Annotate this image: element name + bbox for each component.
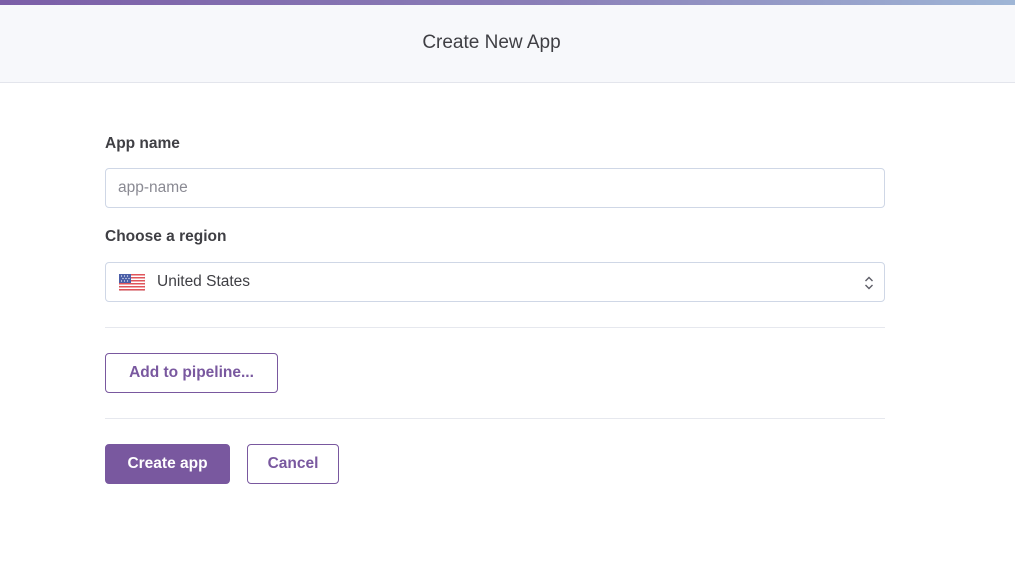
create-app-button[interactable]: Create app: [105, 444, 230, 484]
us-flag-icon: [119, 273, 145, 291]
region-selected-value: United States: [157, 273, 251, 290]
up-down-chevron-icon: [865, 276, 873, 290]
app-name-input[interactable]: [105, 168, 885, 208]
app-name-label: App name: [105, 135, 180, 152]
page-title: Create New App: [422, 31, 561, 53]
region-select[interactable]: United States: [105, 262, 885, 302]
page-header: Create New App: [0, 5, 1015, 83]
cancel-button[interactable]: Cancel: [247, 444, 339, 484]
region-label: Choose a region: [105, 228, 227, 245]
divider: [105, 327, 885, 328]
add-to-pipeline-button[interactable]: Add to pipeline...: [105, 353, 278, 393]
divider: [105, 418, 885, 419]
